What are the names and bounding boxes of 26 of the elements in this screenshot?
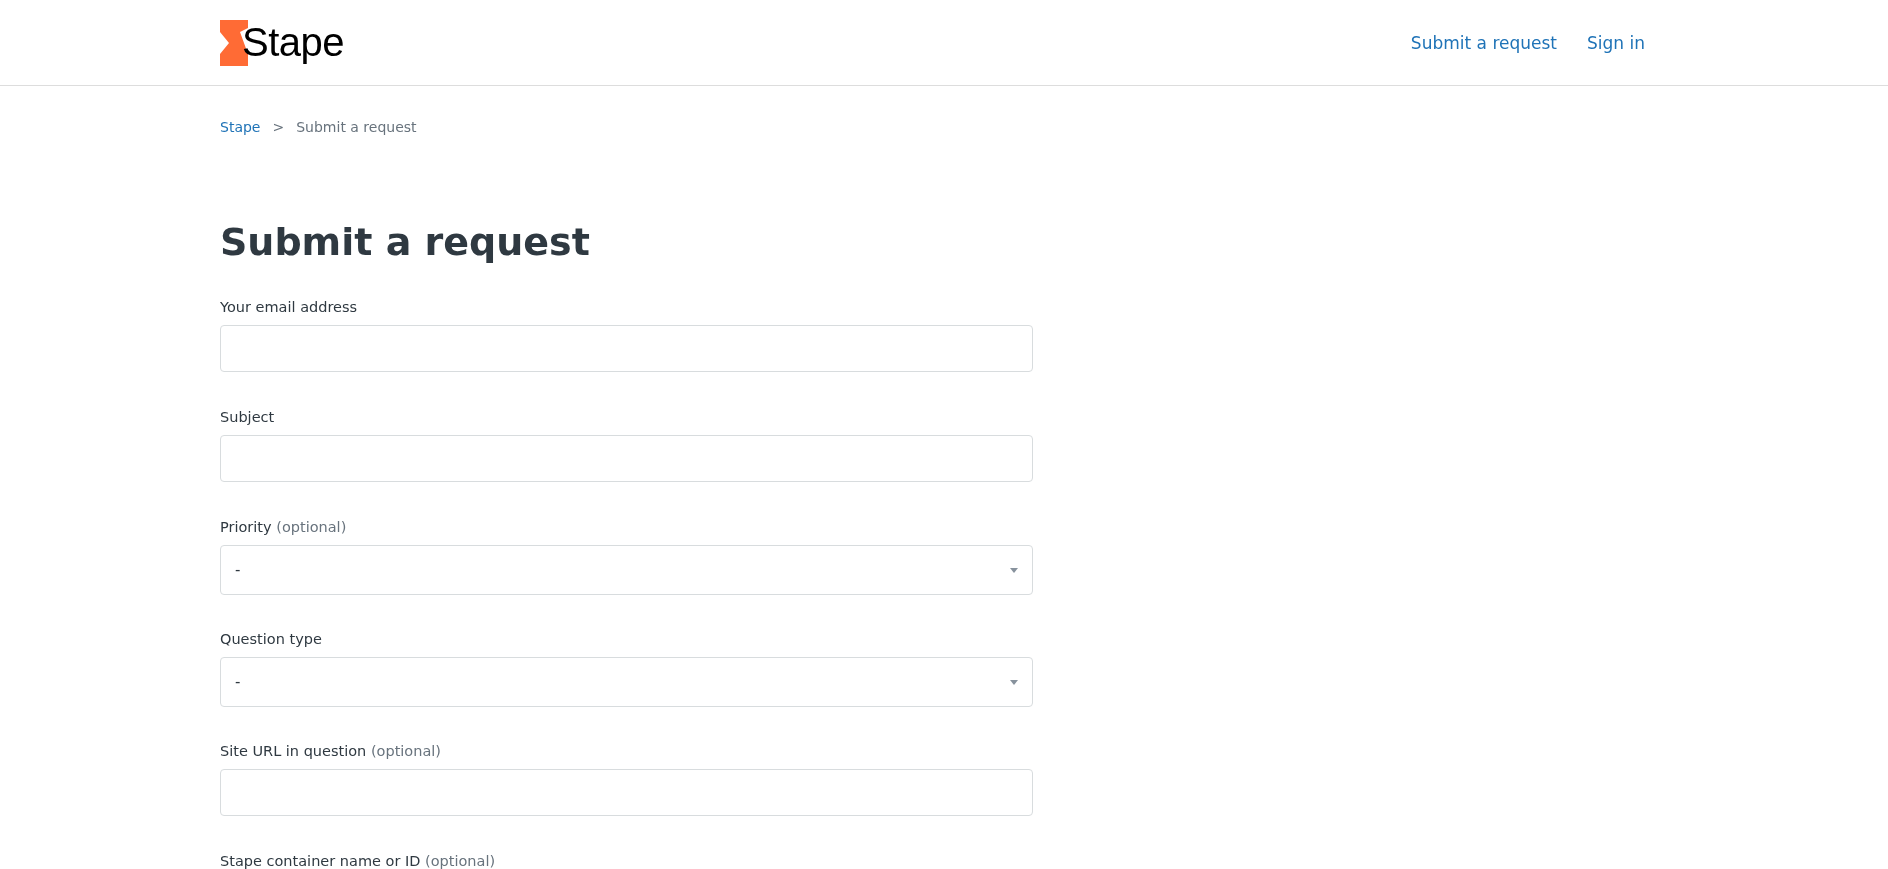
field-label: Stape container name or ID [220, 853, 421, 869]
field-label: Subject [220, 409, 275, 425]
field-label: Question type [220, 631, 322, 647]
caret-icon [1010, 679, 1018, 685]
page-title: Submit a request [220, 219, 591, 265]
input-field[interactable] [220, 325, 1033, 372]
field-label: Site URL in question [220, 743, 367, 759]
select-value: - [235, 561, 241, 579]
breadcrumb-link[interactable]: Stape [220, 119, 261, 135]
select-field[interactable]: - [220, 545, 1033, 595]
breadcrumb-separator: > [272, 119, 285, 135]
optional-note: (optional) [370, 743, 441, 759]
select-value: - [235, 673, 241, 691]
breadcrumb-current: Submit a request [296, 119, 417, 135]
select-field[interactable]: - [220, 657, 1033, 707]
logo[interactable]: Stape [220, 19, 351, 66]
nav-link[interactable]: Submit a request [1410, 32, 1557, 53]
input-field[interactable] [220, 435, 1033, 482]
caret-icon [1010, 567, 1018, 573]
optional-note: (optional) [276, 519, 347, 535]
input-field[interactable] [220, 769, 1033, 816]
nav-link[interactable]: Sign in [1587, 32, 1645, 53]
field-label: Priority [220, 519, 272, 535]
optional-note: (optional) [425, 853, 496, 869]
field-label: Your email address [220, 299, 358, 315]
logo-text: Stape [242, 20, 345, 65]
